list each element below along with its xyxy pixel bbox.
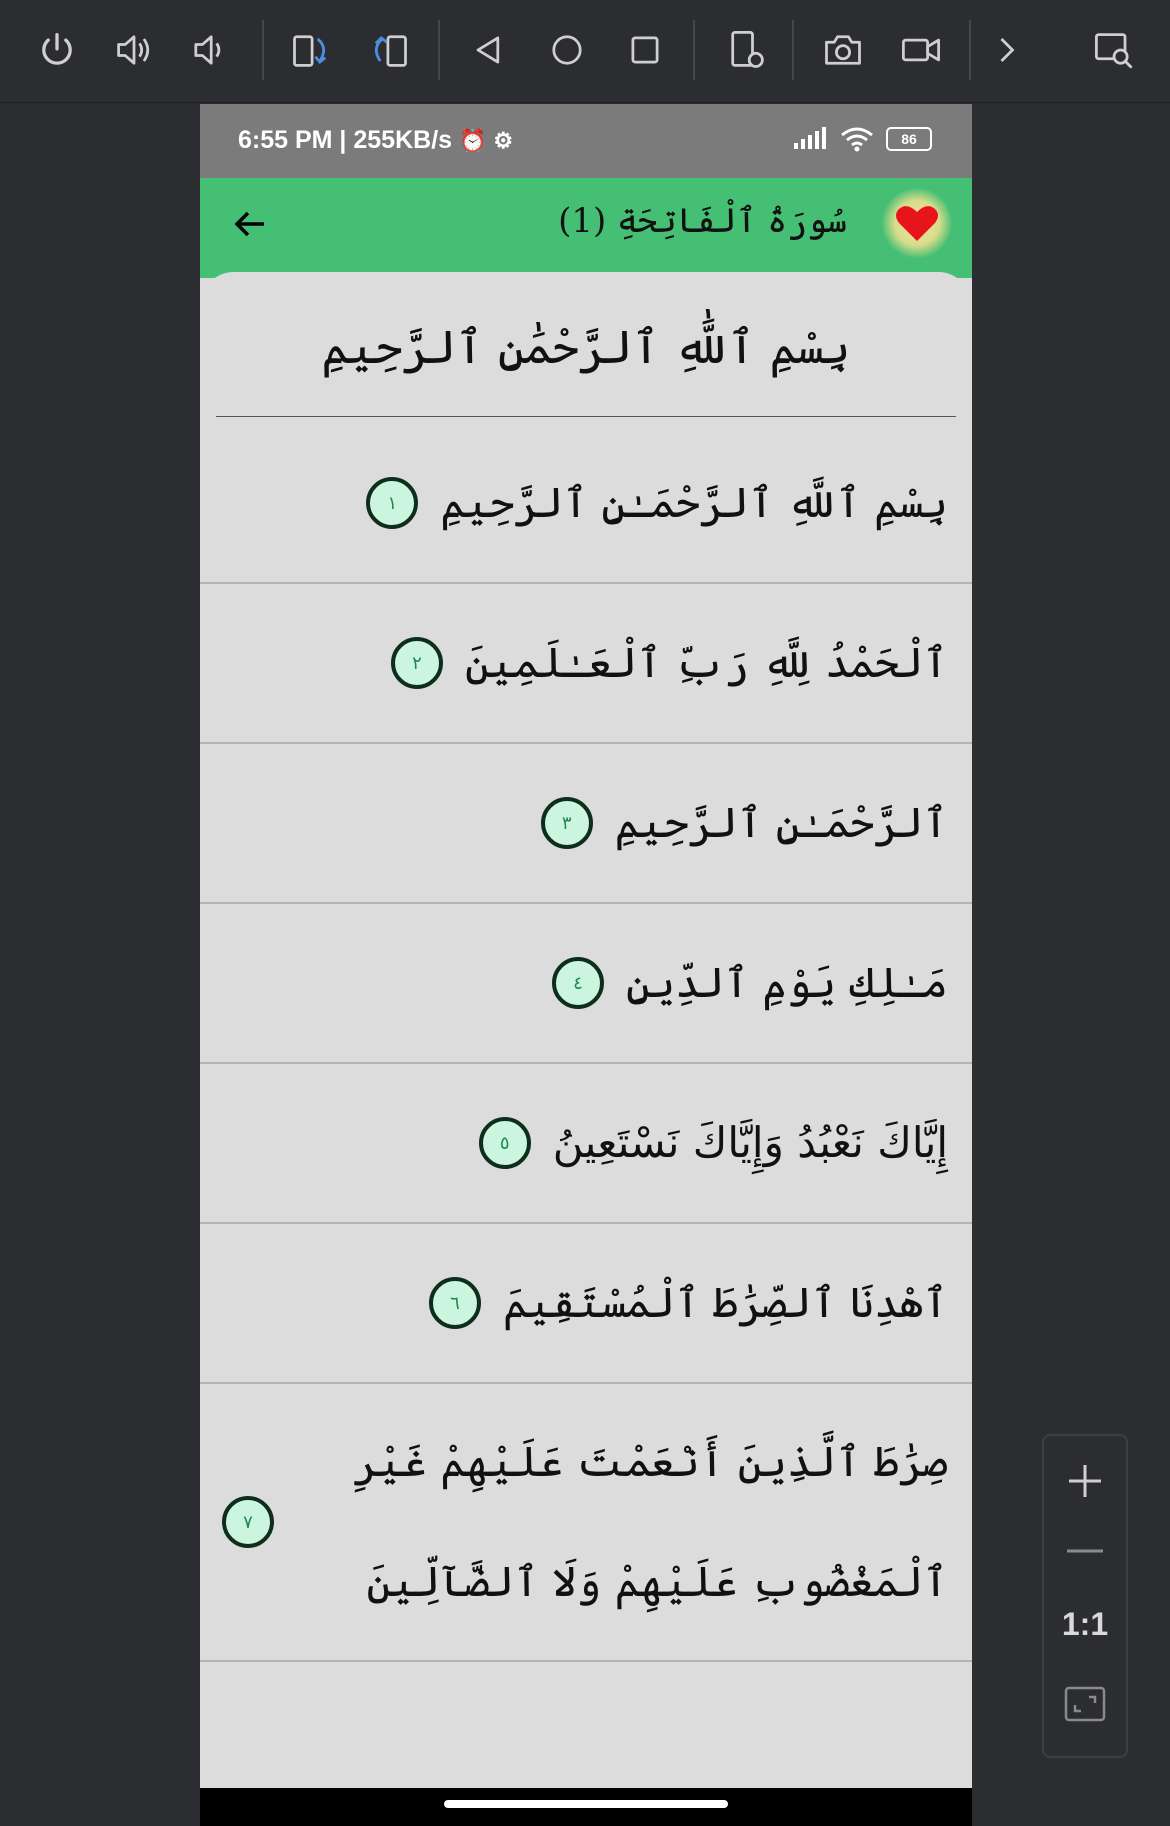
- ayah-row[interactable]: إِيَّاكَ نَعْبُدُ وَإِيَّاكَ نَسْتَعِينُ…: [200, 1064, 972, 1224]
- ayah-row[interactable]: ٱلْحَمْدُ لِلَّهِ رَبِّ ٱلْعَـٰلَمِينَ ٢: [200, 584, 972, 744]
- emulator-toolbar: [0, 0, 1170, 103]
- ayah-number-badge: ٢: [390, 637, 443, 689]
- settings-icon: ⚙: [493, 128, 514, 153]
- arrow-back-icon: [234, 211, 264, 237]
- fit-screen-icon: [1064, 1686, 1106, 1722]
- ayah-number-badge: ٧: [222, 1496, 274, 1548]
- overview-square-icon[interactable]: [621, 26, 669, 74]
- app-bar: سُورَةُ ٱلْفَاتِحَةِ (1): [200, 178, 972, 278]
- wifi-icon: [841, 127, 873, 152]
- ayah-number-badge: ٥: [478, 1117, 531, 1169]
- device-settings-icon[interactable]: [723, 26, 771, 74]
- signal-icon: [794, 127, 826, 149]
- ayah-text: إِيَّاكَ نَعْبُدُ وَإِيَّاكَ نَسْتَعِينُ: [552, 1118, 948, 1167]
- status-time: 6:55 PM | 255KB/s ⏰ ⚙: [238, 126, 514, 154]
- ayah-text: بِسْمِ ٱللَّهِ ٱلرَّحْمَـٰنِ ٱلرَّحِيمِ: [440, 478, 948, 527]
- fit-screen-button[interactable]: [1044, 1676, 1126, 1732]
- gesture-nav-bar: [200, 1788, 972, 1826]
- camera-icon[interactable]: [819, 26, 867, 74]
- ayah-list: بِسْمِ ٱللَّهِ ٱلرَّحْمَـٰنِ ٱلرَّحِيمِ …: [200, 424, 972, 1662]
- rotate-left-icon[interactable]: [287, 26, 335, 74]
- basmala-header: بِسْمِ ٱللَّٰهِ ٱلرَّحْمَٰنِ ٱلرَّحِيمِ: [321, 320, 851, 374]
- ayah-row[interactable]: مَـٰلِكِ يَوْمِ ٱلدِّينِ ٤: [200, 904, 972, 1064]
- volume-down-icon[interactable]: [185, 26, 233, 74]
- ayah-number-badge: ٣: [540, 797, 593, 849]
- volume-up-icon[interactable]: [110, 26, 158, 74]
- ayah-text: صِرَٰطَ ٱلَّذِينَ أَنْعَمْتَ عَلَيْهِمْ …: [353, 1437, 948, 1606]
- ayah-row[interactable]: بِسْمِ ٱللَّهِ ٱلرَّحْمَـٰنِ ٱلرَّحِيمِ …: [200, 424, 972, 584]
- home-indicator[interactable]: [444, 1800, 728, 1808]
- zoom-out-button[interactable]: [1044, 1526, 1126, 1576]
- chevron-right-icon[interactable]: [983, 26, 1031, 74]
- home-circle-icon[interactable]: [543, 26, 591, 74]
- rotate-right-icon[interactable]: [365, 26, 413, 74]
- back-triangle-icon[interactable]: [465, 26, 513, 74]
- plus-icon: [1069, 1465, 1101, 1497]
- ayah-text: ٱلْحَمْدُ لِلَّهِ رَبِّ ٱلْعَـٰلَمِينَ: [464, 638, 948, 687]
- divider: [216, 416, 956, 417]
- heart-icon: [896, 206, 938, 241]
- ayah-number-badge: ١: [366, 477, 419, 529]
- zoom-panel: 1:1: [1042, 1434, 1128, 1758]
- ayah-row[interactable]: ٱهْدِنَا ٱلصِّرَٰطَ ٱلْمُسْتَقِيمَ ٦: [200, 1224, 972, 1384]
- battery-indicator: 86: [886, 127, 932, 151]
- ayah-row[interactable]: ٱلرَّحْمَـٰنِ ٱلرَّحِيمِ ٣: [200, 744, 972, 904]
- minus-icon: [1067, 1549, 1103, 1553]
- ayah-text: مَـٰلِكِ يَوْمِ ٱلدِّينِ: [625, 958, 948, 1007]
- power-icon[interactable]: [33, 26, 81, 74]
- zoom-ratio-button[interactable]: 1:1: [1044, 1596, 1126, 1652]
- inspect-window-icon[interactable]: [1090, 26, 1138, 74]
- zoom-ratio-label: 1:1: [1061, 1605, 1109, 1642]
- video-record-icon[interactable]: [897, 26, 945, 74]
- ayah-number-badge: ٦: [428, 1277, 481, 1329]
- back-button[interactable]: [224, 198, 276, 250]
- ayah-text: ٱهْدِنَا ٱلصِّرَٰطَ ٱلْمُسْتَقِيمَ: [502, 1278, 948, 1327]
- status-bar: 6:55 PM | 255KB/s ⏰ ⚙ 86: [200, 104, 972, 178]
- surah-content: بِسْمِ ٱللَّٰهِ ٱلرَّحْمَٰنِ ٱلرَّحِيمِ …: [200, 272, 972, 1792]
- favorite-button[interactable]: [882, 188, 952, 258]
- ayah-text: ٱلرَّحْمَـٰنِ ٱلرَّحِيمِ: [614, 798, 948, 847]
- ayah-number-badge: ٤: [551, 957, 604, 1009]
- surah-title: سُورَةُ ٱلْفَاتِحَةِ (1): [558, 201, 847, 241]
- alarm-icon: ⏰: [459, 128, 487, 153]
- ayah-row[interactable]: صِرَٰطَ ٱلَّذِينَ أَنْعَمْتَ عَلَيْهِمْ …: [200, 1384, 972, 1662]
- zoom-in-button[interactable]: [1044, 1450, 1126, 1512]
- phone-screen: 6:55 PM | 255KB/s ⏰ ⚙ 86 سُورَةُ ٱلْفَات…: [200, 104, 972, 1826]
